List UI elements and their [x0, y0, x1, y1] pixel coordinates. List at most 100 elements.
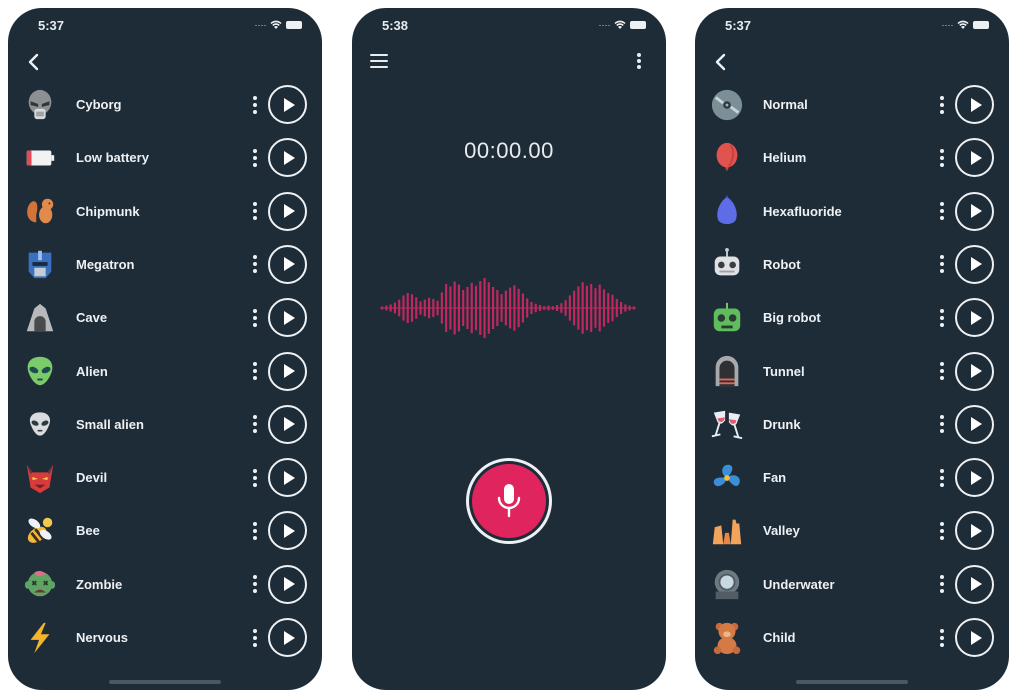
play-button[interactable]: [268, 298, 307, 338]
waveform-bar: [585, 285, 588, 331]
waveform-bar: [573, 290, 576, 326]
waveform-bar: [496, 290, 499, 326]
more-options-icon[interactable]: [250, 413, 260, 435]
more-options-icon[interactable]: [250, 627, 260, 649]
back-button[interactable]: [711, 52, 731, 72]
effect-row[interactable]: Nervous: [8, 611, 322, 664]
effect-row[interactable]: Child: [695, 611, 1009, 664]
effect-row[interactable]: Zombie: [8, 558, 322, 611]
play-button[interactable]: [268, 458, 307, 498]
effect-label: Low battery: [76, 150, 149, 166]
more-options-icon[interactable]: [250, 94, 260, 116]
effect-row[interactable]: Devil: [8, 451, 322, 504]
more-options-icon[interactable]: [250, 147, 260, 169]
record-button[interactable]: [466, 458, 552, 544]
waveform-bar: [449, 286, 452, 330]
play-button[interactable]: [955, 351, 994, 391]
effect-label: Hexafluoride: [763, 203, 842, 219]
play-button[interactable]: [268, 191, 307, 231]
play-button[interactable]: [955, 138, 994, 178]
waveform-bar: [500, 294, 503, 322]
effect-label: Fan: [763, 470, 787, 486]
effect-row[interactable]: Bee: [8, 504, 322, 557]
waveform-bar: [581, 282, 584, 334]
more-options-icon[interactable]: [937, 413, 947, 435]
effect-row[interactable]: Fan: [695, 451, 1009, 504]
play-button[interactable]: [268, 244, 307, 284]
home-indicator: [796, 680, 908, 684]
more-options-icon[interactable]: [937, 627, 947, 649]
more-options-icon[interactable]: [250, 573, 260, 595]
more-options-icon[interactable]: [937, 200, 947, 222]
waveform-bar: [620, 302, 623, 314]
waveform-bar: [419, 301, 422, 315]
effect-row[interactable]: Robot: [695, 238, 1009, 291]
more-options-icon[interactable]: [937, 94, 947, 116]
play-button[interactable]: [955, 191, 994, 231]
play-button[interactable]: [268, 404, 307, 444]
effect-row[interactable]: Tunnel: [695, 345, 1009, 398]
waveform-bar: [470, 282, 473, 334]
effect-row[interactable]: Alien: [8, 345, 322, 398]
play-button[interactable]: [955, 85, 994, 124]
more-options-icon[interactable]: [937, 360, 947, 382]
effect-row[interactable]: Low battery: [8, 131, 322, 184]
effects-screen-1: 5:37 Cyborg Low battery Chipmunk Megatron Ca…: [8, 8, 322, 690]
more-options-icon[interactable]: [937, 467, 947, 489]
effect-row[interactable]: Valley: [695, 504, 1009, 557]
back-button[interactable]: [24, 52, 44, 72]
effect-row[interactable]: Drunk: [695, 398, 1009, 451]
play-button[interactable]: [268, 138, 307, 178]
play-button[interactable]: [955, 298, 994, 338]
play-button[interactable]: [955, 404, 994, 444]
more-options-icon[interactable]: [937, 147, 947, 169]
play-icon: [284, 577, 295, 592]
status-time: 5:38: [382, 18, 409, 33]
play-button[interactable]: [955, 511, 994, 551]
waveform-bar: [423, 299, 426, 317]
effect-row[interactable]: Underwater: [695, 558, 1009, 611]
effect-row[interactable]: Helium: [695, 131, 1009, 184]
robot-icon: [709, 246, 745, 282]
more-options-icon[interactable]: [250, 520, 260, 542]
more-options-icon[interactable]: [250, 200, 260, 222]
effect-row[interactable]: Normal: [695, 78, 1009, 131]
more-options-icon[interactable]: [250, 360, 260, 382]
effect-label: Normal: [763, 97, 808, 112]
status-bar: 5:38: [352, 18, 666, 34]
effect-row[interactable]: Chipmunk: [8, 185, 322, 238]
effect-row[interactable]: Small alien: [8, 398, 322, 451]
more-vertical-icon[interactable]: [636, 53, 642, 69]
more-options-icon[interactable]: [250, 307, 260, 329]
effect-label: Zombie: [76, 576, 123, 592]
more-options-icon[interactable]: [937, 520, 947, 542]
play-button[interactable]: [268, 85, 307, 124]
waveform-bar: [479, 281, 482, 335]
play-button[interactable]: [268, 511, 307, 551]
effect-label: Tunnel: [763, 363, 805, 379]
effects-screen-2: 5:37 Normal Helium Hexafluoride Robot Big ro…: [695, 8, 1009, 690]
effect-row[interactable]: Big robot: [695, 291, 1009, 344]
effect-row[interactable]: Hexafluoride: [695, 185, 1009, 238]
more-options-icon[interactable]: [250, 467, 260, 489]
play-button[interactable]: [955, 458, 994, 498]
waveform-bar: [492, 287, 495, 329]
play-button[interactable]: [955, 618, 994, 657]
waveform-bar: [538, 305, 542, 311]
more-options-icon[interactable]: [937, 573, 947, 595]
hamburger-menu-icon[interactable]: [370, 54, 388, 68]
play-button[interactable]: [268, 351, 307, 391]
effect-row[interactable]: Megatron: [8, 238, 322, 291]
play-button[interactable]: [955, 244, 994, 284]
effect-row[interactable]: Cave: [8, 291, 322, 344]
waveform-bar: [543, 306, 546, 310]
cyborg-icon: [22, 87, 58, 123]
waveform-bar: [628, 305, 631, 311]
play-button[interactable]: [268, 618, 307, 657]
more-options-icon[interactable]: [250, 253, 260, 275]
effect-row[interactable]: Cyborg: [8, 78, 322, 131]
more-options-icon[interactable]: [937, 307, 947, 329]
play-button[interactable]: [268, 564, 307, 604]
play-button[interactable]: [955, 564, 994, 604]
more-options-icon[interactable]: [937, 253, 947, 275]
